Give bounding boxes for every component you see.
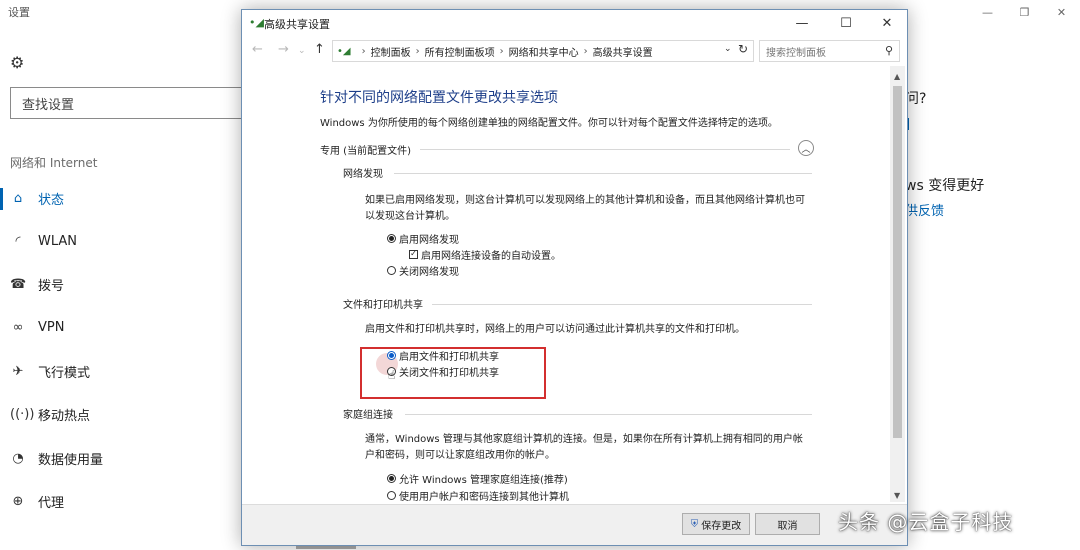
radio-discovery-off[interactable]: 关闭网络发现 bbox=[387, 262, 459, 278]
radio-homegroup-allow[interactable]: 允许 Windows 管理家庭组连接(推荐) bbox=[387, 470, 568, 486]
page-description: Windows 为你所使用的每个网络创建单独的网络配置文件。你可以针对每个配置文… bbox=[320, 118, 778, 129]
globe-icon: ⊕ bbox=[12, 493, 24, 509]
feedback-link[interactable]: 供反馈 bbox=[905, 200, 944, 219]
divider bbox=[394, 173, 812, 174]
breadcrumb-control-panel[interactable]: 控制面板 bbox=[371, 44, 411, 59]
close-icon[interactable]: ✕ bbox=[1043, 0, 1080, 24]
restore-icon[interactable]: ❐ bbox=[1006, 0, 1043, 24]
chevron-up-icon[interactable]: ︿ bbox=[798, 140, 814, 156]
close-button[interactable]: ✕ bbox=[867, 10, 907, 36]
address-bar[interactable]: •◢ › 控制面板 › 所有控制面板项 › 网络和共享中心 › 高级共享设置 bbox=[332, 40, 754, 62]
scroll-up-icon[interactable]: ▲ bbox=[894, 72, 900, 81]
breadcrumb-all-items[interactable]: 所有控制面板项 bbox=[425, 44, 495, 59]
divider bbox=[405, 414, 812, 415]
footer-bar: ⛨ 保存更改 取消 bbox=[242, 504, 907, 545]
homegroup-description: 通常，Windows 管理与其他家庭组计算机的连接。但是，如果你在所有计算机上拥… bbox=[365, 434, 803, 461]
section-network-discovery: 网络发现 bbox=[343, 169, 383, 180]
radio-button[interactable] bbox=[387, 233, 396, 243]
advanced-sharing-window: •◢ 高级共享设置 — ☐ ✕ ← → ⌄ ↑ •◢ › 控制面板 › 所有控制… bbox=[241, 9, 908, 546]
radio-discovery-on[interactable]: 启用网络发现 bbox=[387, 230, 459, 246]
cancel-button[interactable]: 取消 bbox=[755, 513, 820, 535]
back-arrow-icon[interactable]: ← bbox=[252, 42, 263, 57]
help-question: 问? bbox=[905, 91, 927, 107]
section-title: 网络和 Internet bbox=[10, 156, 98, 170]
address-bar-row: ← → ⌄ ↑ •◢ › 控制面板 › 所有控制面板项 › 网络和共享中心 › … bbox=[242, 38, 907, 64]
active-indicator bbox=[0, 188, 3, 210]
breadcrumb-network-center[interactable]: 网络和共享中心 bbox=[509, 44, 579, 59]
divider bbox=[432, 304, 812, 305]
data-usage-icon: ◔ bbox=[12, 450, 24, 466]
chevron-right-icon[interactable]: › bbox=[362, 46, 366, 57]
radio-homegroup-user[interactable]: 使用用户帐户和密码连接到其他计算机 bbox=[387, 487, 569, 502]
hotspot-icon: ((·)) bbox=[10, 406, 35, 422]
up-arrow-icon[interactable]: ↑ bbox=[314, 42, 325, 57]
phone-icon: ☎ bbox=[10, 276, 27, 292]
checkbox-checked-icon[interactable]: ✓ bbox=[409, 249, 418, 259]
content-area: 针对不同的网络配置文件更改共享选项 Windows 为你所使用的每个网络创建单独… bbox=[242, 66, 888, 502]
discovery-description: 如果已启用网络发现，则这台计算机可以发现网络上的其他计算机和设备，而且其他网络计… bbox=[365, 195, 805, 222]
section-file-printer-sharing: 文件和打印机共享 bbox=[343, 300, 423, 311]
search-icon[interactable]: ⚲ bbox=[885, 44, 893, 57]
scroll-thumb[interactable] bbox=[893, 86, 902, 438]
chevron-right-icon[interactable]: › bbox=[500, 46, 504, 57]
radio-button[interactable] bbox=[387, 490, 396, 500]
refresh-icon[interactable]: ↻ bbox=[738, 42, 748, 56]
make-windows-better: ws 变得更好 bbox=[905, 178, 985, 194]
wifi-icon: ◜ bbox=[15, 233, 21, 249]
vpn-icon: ∞ bbox=[12, 319, 24, 335]
section-homegroup: 家庭组连接 bbox=[343, 410, 393, 421]
watermark: 头条 @云盒子科技 bbox=[838, 510, 1014, 534]
minimize-icon[interactable]: — bbox=[969, 0, 1006, 24]
maximize-button[interactable]: ☐ bbox=[826, 10, 866, 36]
checkbox-auto-setup[interactable]: ✓ 启用网络连接设备的自动设置。 bbox=[409, 246, 561, 262]
scroll-down-icon[interactable]: ▼ bbox=[894, 491, 900, 500]
home-icon: ⌂ bbox=[13, 190, 23, 206]
control-panel-icon: •◢ bbox=[337, 45, 351, 57]
address-dropdown-icon[interactable]: ⌄ bbox=[724, 44, 732, 54]
airplane-icon: ✈ bbox=[12, 363, 24, 379]
settings-search-input[interactable]: 查找设置 bbox=[10, 87, 248, 119]
page-heading: 针对不同的网络配置文件更改共享选项 bbox=[320, 90, 558, 106]
save-changes-button[interactable]: ⛨ 保存更改 bbox=[682, 513, 750, 535]
divider bbox=[420, 149, 790, 150]
shield-icon: ⛨ bbox=[690, 518, 699, 530]
minimize-button[interactable]: — bbox=[782, 10, 822, 36]
network-icon: •◢ bbox=[249, 16, 264, 29]
title-bar[interactable]: •◢ 高级共享设置 — ☐ ✕ bbox=[242, 10, 907, 36]
profile-title: 专用 (当前配置文件) bbox=[320, 142, 419, 157]
chevron-right-icon[interactable]: › bbox=[416, 46, 420, 57]
file-sharing-description: 启用文件和打印机共享时，网络上的用户可以访问通过此计算机共享的文件和打印机。 bbox=[365, 324, 745, 335]
settings-title: 设置 bbox=[8, 6, 30, 19]
recent-dropdown-icon[interactable]: ⌄ bbox=[298, 46, 306, 56]
mouse-cursor-icon: ☝ bbox=[388, 368, 396, 382]
forward-arrow-icon[interactable]: → bbox=[278, 42, 289, 57]
radio-button[interactable] bbox=[387, 473, 396, 483]
vertical-scrollbar[interactable]: ▲ ▼ bbox=[890, 66, 905, 502]
gear-icon[interactable]: ⚙ bbox=[10, 53, 24, 72]
profile-header: 专用 (当前配置文件) ︿ bbox=[320, 139, 816, 159]
search-control-panel-input[interactable]: 搜索控制面板 ⚲ bbox=[759, 40, 900, 62]
chevron-right-icon[interactable]: › bbox=[584, 46, 588, 57]
breadcrumb-advanced-sharing[interactable]: 高级共享设置 bbox=[593, 44, 653, 59]
radio-button[interactable] bbox=[387, 265, 396, 275]
settings-window-controls: — ❐ ✕ bbox=[969, 0, 1080, 24]
window-title: 高级共享设置 bbox=[264, 18, 330, 31]
